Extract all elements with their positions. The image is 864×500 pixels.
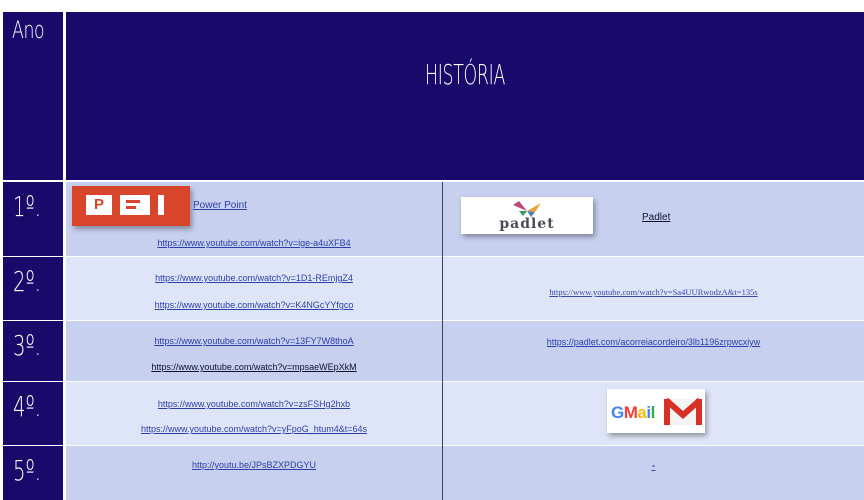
year-cell-2: 2º. <box>3 257 63 320</box>
padlet-board-link[interactable]: https://padlet.com/acorreiacordeiro/3lb1… <box>443 337 864 347</box>
youtube-link[interactable]: https://www.youtube.com/watch?v=ige-a4uX… <box>66 238 442 248</box>
year-label: 3º. <box>13 329 41 362</box>
gmail-envelope-icon <box>664 397 702 425</box>
youtube-link[interactable]: https://www.youtube.com/watch?v=zsFSHg2h… <box>66 399 442 409</box>
header-title-cell <box>66 12 864 180</box>
year-label: 5º. <box>13 454 41 487</box>
youtube-link[interactable]: https://www.youtube.com/watch?v=mpsaeWEp… <box>66 362 442 372</box>
youtube-link[interactable]: https://www.youtube.com/watch?v=13FY7W8t… <box>66 336 442 346</box>
powerpoint-link[interactable]: Power Point <box>193 200 247 211</box>
year-cell-4: 4º. <box>3 382 63 445</box>
table-row <box>66 446 864 500</box>
youtube-link[interactable]: https://www.youtube.com/watch?v=Sa4UURwo… <box>443 287 864 297</box>
gmail-logo[interactable]: GMail <box>607 389 705 433</box>
youtube-link[interactable]: https://www.youtube.com/watch?v=yFpoG_ht… <box>66 424 442 434</box>
year-cell-3: 3º. <box>3 321 63 381</box>
year-label: 2º. <box>13 265 41 298</box>
padlet-link[interactable]: Padlet <box>642 212 670 223</box>
year-cell-5: 5º. <box>3 446 63 500</box>
padlet-logo[interactable]: padlet <box>461 197 593 234</box>
dash-link[interactable]: - <box>443 458 864 472</box>
ano-label: Ano <box>12 16 45 44</box>
year-cell-1: 1º. <box>3 182 63 256</box>
padlet-logo-text: padlet <box>499 216 555 232</box>
table-row <box>66 382 864 445</box>
table-row <box>66 321 864 381</box>
page-title: HISTÓRIA <box>424 58 506 91</box>
youtube-link[interactable]: http://youtu.be/JPsBZXPDGYU <box>66 460 442 470</box>
gmail-logo-text: GMail <box>611 403 655 422</box>
youtube-link[interactable]: https://www.youtube.com/watch?v=K4NGcYYf… <box>66 300 442 310</box>
powerpoint-icon[interactable]: P <box>72 186 190 226</box>
year-label: 4º. <box>13 390 41 423</box>
year-label: 1º. <box>13 190 41 223</box>
youtube-link[interactable]: https://www.youtube.com/watch?v=1D1-REmj… <box>66 273 442 283</box>
